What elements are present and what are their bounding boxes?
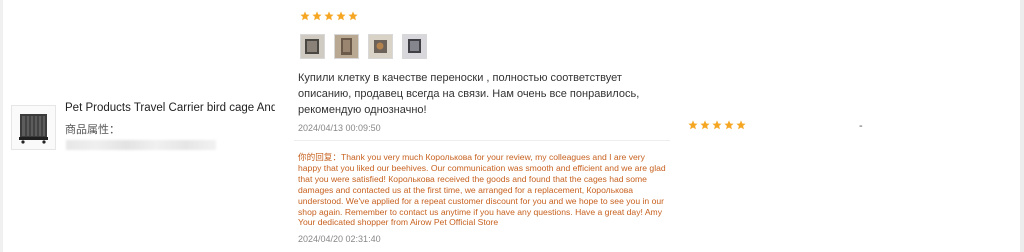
star-icon	[724, 120, 734, 130]
review-photo[interactable]	[368, 34, 393, 59]
product-attribute-value-blurred	[66, 140, 216, 150]
right-border	[1020, 0, 1024, 252]
product-image[interactable]	[11, 105, 56, 150]
star-icon	[312, 11, 322, 21]
seller-rating	[688, 120, 746, 130]
seller-reply: 你的回复：Thank you very much Королькова for …	[298, 152, 668, 228]
left-border	[0, 0, 3, 252]
reply-text: Thank you very much Королькова for your …	[298, 152, 666, 228]
cage-photo-icon	[403, 35, 426, 58]
reply-date: 2024/04/20 02:31:40	[298, 234, 381, 244]
star-icon	[324, 11, 334, 21]
review-photo[interactable]	[334, 34, 359, 59]
review-photos	[300, 34, 427, 59]
star-icon	[736, 120, 746, 130]
cage-photo-icon	[335, 35, 358, 58]
star-icon	[348, 11, 358, 21]
cage-photo-icon	[301, 35, 324, 58]
reply-label: 你的回复：	[298, 152, 341, 162]
review-rating	[300, 11, 358, 21]
star-icon	[300, 11, 310, 21]
product-attribute-label: 商品属性：	[65, 124, 120, 136]
star-icon	[712, 120, 722, 130]
review-photo[interactable]	[402, 34, 427, 59]
review-date: 2024/04/13 00:09:50	[298, 123, 381, 133]
review-text: Купили клетку в качестве переноски , пол…	[298, 72, 640, 116]
star-icon	[688, 120, 698, 130]
extra-value: -	[859, 120, 863, 132]
product-title[interactable]: Pet Products Travel Carrier bird cage An…	[65, 102, 275, 114]
bird-cage-icon	[19, 114, 48, 144]
review-divider	[294, 140, 670, 141]
star-icon	[336, 11, 346, 21]
cage-photo-icon	[369, 35, 392, 58]
star-icon	[700, 120, 710, 130]
review-photo[interactable]	[300, 34, 325, 59]
